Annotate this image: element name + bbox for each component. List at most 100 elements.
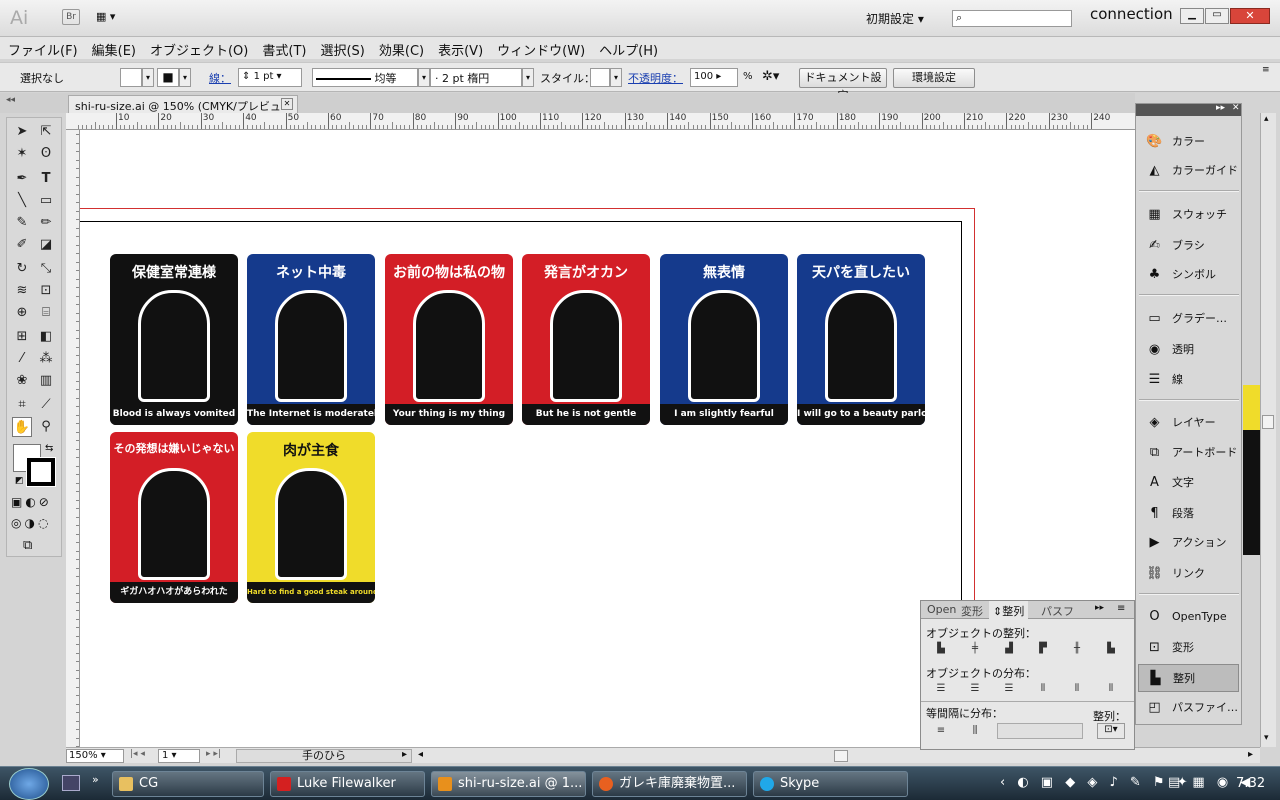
preferences-button[interactable]: 環境設定 xyxy=(893,68,975,88)
panel-character[interactable]: A 文字 xyxy=(1138,469,1239,497)
control-bar-menu-icon[interactable]: ≡ xyxy=(1262,65,1270,75)
artwork-card[interactable]: 無表情 I am slightly fearful xyxy=(660,254,788,425)
horizontal-scroll-thumb[interactable] xyxy=(834,750,848,762)
minimize-button[interactable]: ▁ xyxy=(1180,8,1204,24)
show-desktop-icon[interactable] xyxy=(62,775,80,791)
vertical-scrollbar[interactable]: ▴ ▾ xyxy=(1260,113,1276,747)
align-top-icon[interactable]: ▛ xyxy=(1033,643,1053,657)
taskbar-item-cg[interactable]: CG xyxy=(112,771,264,797)
bridge-button[interactable]: Br xyxy=(62,9,80,25)
eyedropper-tool-icon[interactable]: ⁄ xyxy=(12,349,32,369)
start-button[interactable] xyxy=(9,768,49,800)
recolor-icon[interactable]: ✲▾ xyxy=(762,69,779,84)
menu-object[interactable]: オブジェクト(O) xyxy=(142,37,254,59)
type-tool-icon[interactable]: T xyxy=(36,169,56,189)
distribute-bottom-icon[interactable]: ☰ xyxy=(999,683,1019,697)
panel-stroke[interactable]: ☰ 線 xyxy=(1138,366,1239,394)
panel-artboards[interactable]: ⧉ アートボード xyxy=(1138,439,1239,467)
brush-definition[interactable]: · 2 pt 楕円 xyxy=(430,68,522,87)
first-page-icon[interactable]: |◂ ◂ xyxy=(130,749,145,759)
arrange-documents-icon[interactable]: ▦ ▾ xyxy=(96,10,126,25)
scroll-down-icon[interactable]: ▾ xyxy=(1264,733,1269,743)
mesh-tool-icon[interactable]: ⊞ xyxy=(12,327,32,347)
menu-effect[interactable]: 効果(C) xyxy=(371,37,430,59)
tab-pathfinder[interactable]: パスフ xyxy=(1041,603,1074,619)
swap-colors-icon[interactable]: ⇆ xyxy=(45,443,53,454)
artwork-card[interactable]: 保健室常連様 Blood is always vomited xyxy=(110,254,238,425)
graphic-style-dropdown[interactable]: ▾ xyxy=(610,68,622,87)
clock[interactable]: 7:32 xyxy=(1236,776,1265,791)
stroke-profile-dropdown[interactable]: ▾ xyxy=(418,68,430,87)
stroke-swatch[interactable]: ■ xyxy=(157,68,179,87)
distribute-left-icon[interactable]: ⫴ xyxy=(1033,683,1053,697)
scroll-left-icon[interactable]: ◂ xyxy=(418,749,423,760)
graphic-style-swatch[interactable] xyxy=(590,68,610,87)
panel-color[interactable]: 🎨 カラー xyxy=(1138,128,1239,156)
maximize-button[interactable]: ▭ xyxy=(1205,8,1229,24)
panel-menu-icon[interactable]: ≡ xyxy=(1117,603,1125,614)
tab-transform[interactable]: 変形 xyxy=(961,603,983,619)
artwork-card[interactable]: 天パを直したい I will go to a beauty parlor xyxy=(797,254,925,425)
document-settings-button[interactable]: ドキュメント設定 xyxy=(799,68,887,102)
scroll-right-icon[interactable]: ▸ xyxy=(1248,749,1253,760)
stroke-profile[interactable]: 均等 xyxy=(312,68,418,87)
line-tool-icon[interactable]: ╲ xyxy=(12,191,32,211)
align-hcenter-icon[interactable]: ╪ xyxy=(965,643,985,657)
stroke-color-swatch[interactable] xyxy=(26,457,56,487)
symbol-sprayer-tool-icon[interactable]: ❀ xyxy=(12,371,32,391)
magic-wand-tool-icon[interactable]: ✶ xyxy=(12,144,32,164)
panel-opentype[interactable]: O OpenType xyxy=(1138,603,1239,631)
menu-window[interactable]: ウィンドウ(W) xyxy=(489,37,591,59)
menu-type[interactable]: 書式(T) xyxy=(254,37,312,59)
collapse-dock-icon[interactable]: ▸▸ xyxy=(1216,103,1225,113)
stroke-label[interactable]: 線： xyxy=(209,70,231,86)
search-input[interactable]: ⌕ xyxy=(952,10,1072,27)
collapse-tools-icon[interactable]: ◂◂ xyxy=(6,95,15,105)
draw-mode-icons[interactable]: ◎◑◌ xyxy=(11,516,51,530)
panel-links[interactable]: ⛓ リンク xyxy=(1138,560,1239,588)
blob-brush-tool-icon[interactable]: ✐ xyxy=(12,235,32,255)
menu-help[interactable]: ヘルプ(H) xyxy=(591,37,664,59)
distribute-top-icon[interactable]: ☰ xyxy=(931,683,951,697)
stroke-weight-field[interactable]: ⇕ 1 pt ▾ xyxy=(238,68,302,87)
opacity-field[interactable]: 100 ▸ xyxy=(690,68,738,87)
artwork-card[interactable]: お前の物は私の物 Your thing is my thing xyxy=(385,254,513,425)
artwork-card[interactable]: 肉が主食 Hard to find a good steak around her… xyxy=(247,432,375,603)
taskbar-item-firefox[interactable]: ガレキ庫廃棄物置... xyxy=(592,771,747,797)
artboard-tool-icon[interactable]: ⌗ xyxy=(12,395,32,415)
panel-gradient[interactable]: ▭ グラデー… xyxy=(1138,305,1239,333)
status-tool-field[interactable]: 手のひら xyxy=(236,749,412,763)
perspective-grid-tool-icon[interactable]: ⌸ xyxy=(36,303,56,323)
align-left-icon[interactable]: ▙ xyxy=(931,643,951,657)
panel-symbols[interactable]: ♣ シンボル xyxy=(1138,261,1239,289)
free-transform-tool-icon[interactable]: ⊡ xyxy=(36,281,56,301)
pencil-tool-icon[interactable]: ✏ xyxy=(36,213,56,233)
stroke-dropdown[interactable]: ▾ xyxy=(179,68,191,87)
screen-mode-icon[interactable]: ⧉ xyxy=(23,538,32,553)
close-tab-icon[interactable]: ✕ xyxy=(281,98,293,110)
direct-selection-tool-icon[interactable]: ⇱ xyxy=(36,122,56,142)
artwork-card[interactable]: その発想は嫌いじゃない ギガハオハオがあらわれた xyxy=(110,432,238,603)
default-colors-icon[interactable]: ◩ xyxy=(15,476,24,486)
selection-tool-icon[interactable]: ➤ xyxy=(12,122,32,142)
panel-paragraph[interactable]: ¶ 段落 xyxy=(1138,500,1239,528)
tab-opentype[interactable]: Open xyxy=(927,603,956,616)
align-to-selection-icon[interactable]: ⊡▾ xyxy=(1097,723,1125,739)
lasso-tool-icon[interactable]: ʘ xyxy=(36,144,56,164)
eraser-tool-icon[interactable]: ◪ xyxy=(36,235,56,255)
artwork-card[interactable]: 発言がオカン But he is not gentle xyxy=(522,254,650,425)
slice-tool-icon[interactable]: ⟋ xyxy=(36,395,56,415)
fill-swatch[interactable] xyxy=(120,68,142,87)
taskbar-item-skype[interactable]: Skype xyxy=(753,771,908,797)
shape-builder-tool-icon[interactable]: ⊕ xyxy=(12,303,32,323)
blend-tool-icon[interactable]: ⁂ xyxy=(36,349,56,369)
tab-align[interactable]: ⇕整列 xyxy=(989,601,1029,619)
brush-dropdown[interactable]: ▾ xyxy=(522,68,534,87)
paintbrush-tool-icon[interactable]: ✎ xyxy=(12,213,32,233)
zoom-field[interactable]: 150% ▾ xyxy=(66,749,124,763)
scale-tool-icon[interactable]: ⤡ xyxy=(36,259,56,279)
close-button[interactable]: ✕ xyxy=(1230,8,1270,24)
warp-tool-icon[interactable]: ≋ xyxy=(12,281,32,301)
panel-pathfinder[interactable]: ◰ パスファイ… xyxy=(1138,694,1239,722)
menu-file[interactable]: ファイル(F) xyxy=(0,37,84,59)
